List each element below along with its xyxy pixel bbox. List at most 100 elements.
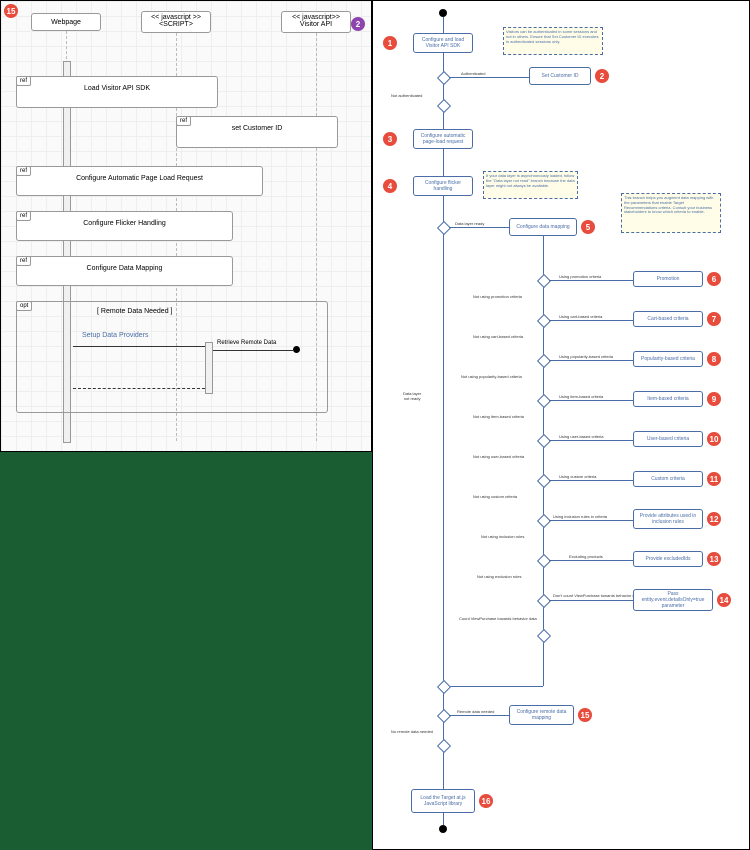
flowchart-panel: Configure and load Visitor API SDK 1 Vis… <box>372 0 750 850</box>
badge-4: 4 <box>383 179 397 193</box>
label-use-item: Using item-based criteria <box>559 394 603 399</box>
node-data-mapping: Configure data mapping <box>509 218 577 236</box>
opt-fragment: opt [ Remote Data Needed ] Setup Data Pr… <box>16 301 328 413</box>
badge-13: 13 <box>707 552 721 566</box>
label-authenticated: Authenticated <box>461 71 485 76</box>
merge-diamond <box>437 99 451 113</box>
ref-auto-page: ref Configure Automatic Page Load Reques… <box>16 166 263 196</box>
badge-5: 5 <box>581 220 595 234</box>
merge-diamond <box>537 629 551 643</box>
label-use-user: Using user-based criteria <box>559 434 603 439</box>
label-not-custom: Not using custom criteria <box>473 494 517 499</box>
label-not-promo: Not using promotion criteria <box>473 294 522 299</box>
label-use-pop: Using popularity-based criteria <box>559 354 613 359</box>
badge-15: 15 <box>4 4 18 18</box>
arrow <box>213 350 293 351</box>
label-dl-not-ready: Data layer not ready <box>403 391 421 401</box>
label-not-incl: Not using inclusion rules <box>481 534 524 539</box>
label-no-count: Don't count ViewPurchase towards behavio… <box>553 593 640 598</box>
decision-incl <box>537 514 551 528</box>
node-auto-page-load: Configure automatic page-load request <box>413 129 473 149</box>
ref-data-map: ref Configure Data Mapping <box>16 256 233 286</box>
merge-main <box>437 680 451 694</box>
decision-user <box>537 434 551 448</box>
ref-tab: ref <box>16 76 31 86</box>
badge-3: 3 <box>383 132 397 146</box>
label-not-pop: Not using popularity-based criteria <box>461 374 522 379</box>
label-not-auth: Not authenticated <box>391 93 422 98</box>
decision-cart <box>537 314 551 328</box>
decision-remote <box>437 709 451 723</box>
badge-11: 11 <box>707 472 721 486</box>
badge-14: 14 <box>717 593 731 607</box>
arrow <box>73 346 205 347</box>
ref-set-customer: ref set Customer ID <box>176 116 338 148</box>
endpoint-dot <box>293 346 300 353</box>
decision-count <box>537 594 551 608</box>
decision-pop <box>537 354 551 368</box>
badge-15: 15 <box>578 708 592 722</box>
node-user: User-based criteria <box>633 431 703 447</box>
hline <box>449 77 529 78</box>
label-excl-prod: Excluding products <box>569 554 603 559</box>
label-count: Count ViewPurchase towards behavior data <box>459 616 537 621</box>
label-not-cart: Not using cart-based criteria <box>473 334 523 339</box>
activation-bar <box>205 342 213 394</box>
ref-tab: ref <box>16 211 31 221</box>
badge-6: 6 <box>707 272 721 286</box>
label-not-excl: Not using exclusion rules <box>477 574 521 579</box>
badge-7: 7 <box>707 312 721 326</box>
node-details-only: Pass entity.event.detailsOnly=true param… <box>633 589 713 611</box>
return-arrow <box>73 388 205 389</box>
ref-load-sdk: ref Load Visitor API SDK <box>16 76 218 108</box>
badge-2: 2 <box>595 69 609 83</box>
note-data-layer: If your data layer is asynchronously loa… <box>483 171 578 199</box>
badge-1: 1 <box>383 36 397 50</box>
note-branch: This branch helps you augment data mappi… <box>621 193 721 233</box>
note-auth: Visitors can be authenticated in some se… <box>503 27 603 55</box>
node-promotion: Promotion <box>633 271 703 287</box>
label-not-item: Not using item-based criteria <box>473 414 524 419</box>
setup-data-providers-link[interactable]: Setup Data Providers <box>82 332 149 339</box>
badge-2: 2 <box>351 17 365 31</box>
decision-promo <box>537 274 551 288</box>
node-flicker: Configure flicker handling <box>413 176 473 196</box>
node-custom: Custom criteria <box>633 471 703 487</box>
node-remote-mapping: Configure remote data mapping <box>509 705 574 725</box>
node-load-target: Load the Target at.js JavaScript library <box>411 789 475 813</box>
lifeline-webpage: Webpage <box>31 13 101 31</box>
label-use-custom: Using custom criteria <box>559 474 596 479</box>
badge-9: 9 <box>707 392 721 406</box>
badge-8: 8 <box>707 352 721 366</box>
label-dl-ready: Data layer ready <box>455 221 484 226</box>
sequence-diagram-panel: 15 2 Webpage << javascript >> <SCRIPT> <… <box>0 0 372 452</box>
lifeline-script: << javascript >> <SCRIPT> <box>141 11 211 33</box>
node-cart: Cart-based criteria <box>633 311 703 327</box>
ref-tab: ref <box>16 256 31 266</box>
ref-tab: ref <box>16 166 31 176</box>
decision-auth <box>437 71 451 85</box>
badge-10: 10 <box>707 432 721 446</box>
node-inclusion: Provide attributes used in inclusion rul… <box>633 509 703 529</box>
lifeline-visitor-api: << javascript>> Visitor API <box>281 11 351 33</box>
end-node <box>439 825 447 833</box>
decision-item <box>537 394 551 408</box>
label-use-cart: Using cart-based criteria <box>559 314 602 319</box>
decision-custom <box>537 474 551 488</box>
retrieve-label: Retrieve Remote Data <box>217 340 276 346</box>
label-no-remote: No remote data needed <box>391 729 433 734</box>
opt-tab: opt <box>16 301 32 311</box>
node-configure-load-sdk: Configure and load Visitor API SDK <box>413 33 473 53</box>
node-set-customer-id: Set Customer ID <box>529 67 591 85</box>
ref-tab: ref <box>176 116 191 126</box>
node-excluded: Provide excludedIds <box>633 551 703 567</box>
node-item: Item-based criteria <box>633 391 703 407</box>
label-remote: Remote data needed <box>457 709 494 714</box>
start-node <box>439 9 447 17</box>
hline <box>449 227 509 228</box>
decision-excl <box>537 554 551 568</box>
badge-16: 16 <box>479 794 493 808</box>
criteria-vline <box>543 236 544 686</box>
label-use-incl: Using inclusion rules in criteria <box>553 514 607 519</box>
ref-flicker: ref Configure Flicker Handling <box>16 211 233 241</box>
